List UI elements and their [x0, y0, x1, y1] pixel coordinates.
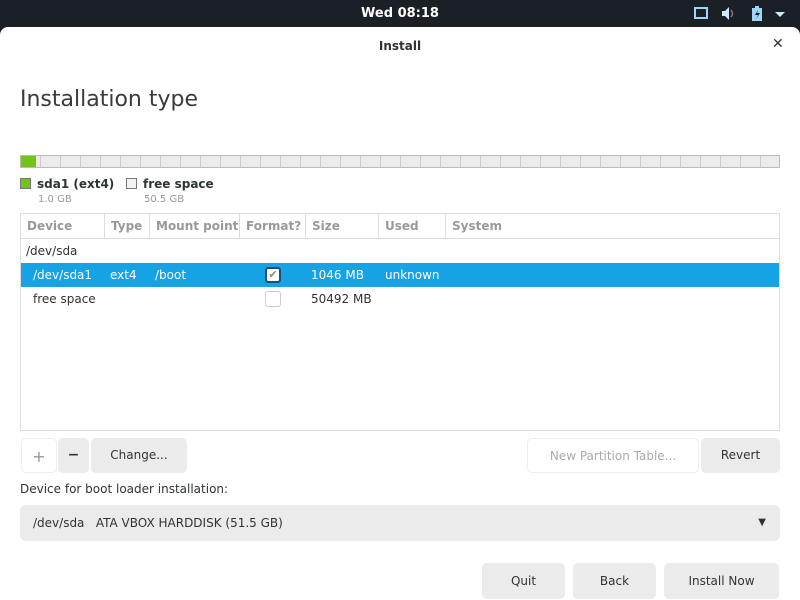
table-row[interactable]: /dev/sda1 ext4 /boot ✔ 1046 MB unknown: [21, 263, 779, 287]
bootloader-label: Device for boot loader installation:: [20, 482, 229, 496]
device-cell: /dev/sda: [26, 244, 78, 258]
close-icon[interactable]: ✕: [772, 36, 784, 52]
device-cell: /dev/sda1: [33, 268, 93, 282]
battery-icon[interactable]: [751, 6, 763, 21]
partition-bar: [20, 155, 780, 168]
size-cell: 50492 MB: [311, 292, 372, 306]
size-cell: 1046 MB: [311, 268, 364, 282]
mount-cell: /boot: [155, 268, 187, 282]
partition-table: Device Type Mount point Format? Size Use…: [20, 213, 780, 431]
type-cell: ext4: [110, 268, 137, 282]
add-partition-button[interactable]: +: [21, 438, 57, 473]
chevron-down-icon: ▼: [758, 517, 766, 528]
column-format[interactable]: Format?: [240, 214, 306, 238]
table-header: Device Type Mount point Format? Size Use…: [21, 214, 779, 239]
page-title: Installation type: [20, 87, 198, 112]
legend-sda1: sda1 (ext4) 1.0 GB: [20, 177, 115, 205]
legend-swatch: [20, 178, 31, 189]
table-row[interactable]: free space 50492 MB: [21, 287, 779, 311]
remove-partition-button[interactable]: −: [58, 438, 89, 473]
legend-free-space: free space 50.5 GB: [126, 177, 214, 205]
legend-size: 1.0 GB: [38, 194, 72, 205]
legend-swatch: [126, 178, 137, 189]
partition-segment-sda1: [21, 156, 36, 167]
format-checkbox[interactable]: ✔: [265, 267, 281, 283]
change-button[interactable]: Change...: [91, 438, 187, 473]
column-mount-point[interactable]: Mount point: [150, 214, 240, 238]
column-type[interactable]: Type: [105, 214, 150, 238]
legend-label: free space: [143, 177, 214, 191]
top-bar: Wed 08:18: [0, 0, 800, 27]
install-now-button[interactable]: Install Now: [664, 563, 779, 599]
bootloader-device-select[interactable]: /dev/sda ATA VBOX HARDDISK (51.5 GB) ▼: [20, 505, 780, 541]
legend-size: 50.5 GB: [144, 194, 185, 205]
column-device[interactable]: Device: [21, 214, 105, 238]
used-cell: unknown: [385, 268, 440, 282]
column-system[interactable]: System: [446, 214, 779, 238]
revert-button[interactable]: Revert: [701, 438, 780, 473]
menu-chevron-down-icon[interactable]: [774, 6, 786, 21]
bootloader-device-value: /dev/sda ATA VBOX HARDDISK (51.5 GB): [33, 516, 283, 530]
format-checkbox[interactable]: [265, 291, 281, 307]
install-window: Install ✕ Installation type sda1 (ext4) …: [0, 27, 800, 600]
column-size[interactable]: Size: [306, 214, 379, 238]
volume-icon[interactable]: [721, 6, 737, 21]
display-icon[interactable]: [694, 6, 708, 21]
legend-label: sda1 (ext4): [37, 177, 115, 191]
device-cell: free space: [33, 292, 96, 306]
quit-button[interactable]: Quit: [482, 563, 565, 599]
back-button[interactable]: Back: [573, 563, 656, 599]
table-row-group[interactable]: /dev/sda: [21, 239, 779, 263]
new-partition-table-button[interactable]: New Partition Table...: [527, 438, 699, 473]
column-used[interactable]: Used: [379, 214, 446, 238]
clock[interactable]: Wed 08:18: [0, 6, 800, 21]
window-title: Install: [378, 39, 422, 53]
